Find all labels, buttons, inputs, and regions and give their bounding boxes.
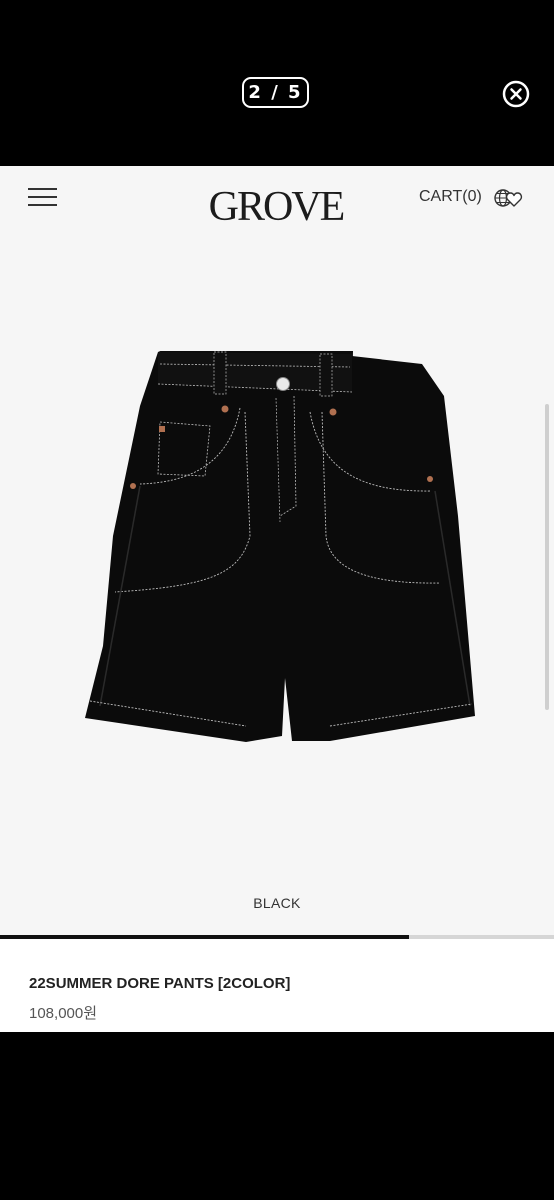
page-scrollbar[interactable] — [545, 404, 549, 710]
cart-link[interactable]: CART(0) — [419, 188, 482, 206]
product-name: 22SUMMER DORE PANTS [2COLOR] — [29, 975, 291, 992]
denim-shorts — [85, 351, 475, 742]
close-icon[interactable] — [502, 80, 530, 108]
globe-heart-icon[interactable] — [493, 187, 523, 209]
color-option-label: BLACK — [253, 895, 301, 911]
site-logo[interactable]: GROVE — [206, 172, 346, 232]
hamburger-menu-icon[interactable] — [28, 188, 58, 208]
product-photo[interactable] — [0, 236, 554, 936]
product-page: GROVE CART(0) BLACK 22SUMMER DORE PANTS … — [0, 166, 554, 1032]
product-info: 22SUMMER DORE PANTS [2COLOR] 108,000원 — [0, 939, 554, 1032]
image-counter: 2 / 5 — [242, 77, 309, 108]
image-viewer-bar: 2 / 5 — [0, 0, 554, 166]
product-price: 108,000원 — [29, 1005, 98, 1022]
site-header: GROVE CART(0) — [0, 166, 554, 236]
svg-text:GROVE: GROVE — [209, 184, 344, 230]
